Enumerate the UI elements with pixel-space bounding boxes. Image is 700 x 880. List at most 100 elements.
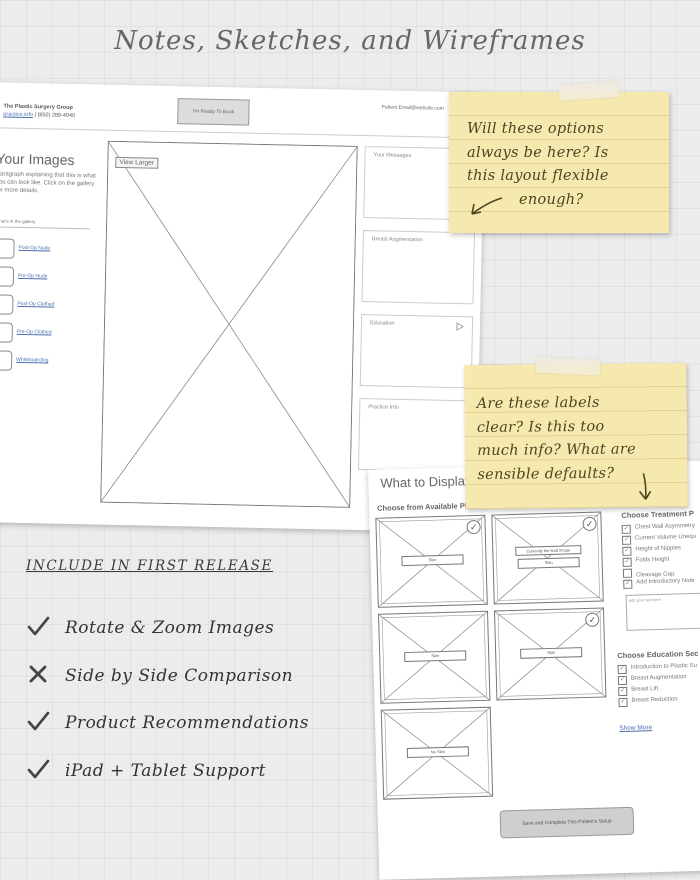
practice-phone: (850) 289-4040 bbox=[37, 112, 76, 119]
practice-header: The Plastic Surgery Group practice.info … bbox=[3, 102, 75, 119]
panel-title: Breast Augmentation bbox=[371, 236, 423, 244]
checkbox-checked[interactable]: ✓ bbox=[621, 524, 631, 534]
note-2-text: Are these labels clear? Is this too much… bbox=[477, 391, 688, 487]
checkbox-checked[interactable]: ✓ bbox=[618, 697, 628, 708]
gallery-thumb bbox=[0, 350, 13, 371]
release-item-label: iPad + Tablet Support bbox=[65, 761, 267, 781]
view-larger-button[interactable]: View Larger bbox=[115, 156, 159, 169]
gallery-thumb bbox=[0, 294, 14, 315]
note-line: this layout flexible bbox=[467, 168, 609, 184]
images-paragraph: Paragraph explaining that this is what y… bbox=[0, 171, 96, 195]
gallery-item[interactable]: Pre-Op Nude bbox=[0, 266, 96, 287]
wireframe-display-settings: What to Display Choose from Available Ph… bbox=[368, 459, 700, 880]
checkmark-icon bbox=[27, 759, 50, 779]
cross-icon bbox=[29, 665, 47, 683]
gallery-item-label[interactable]: Post-Op Nude bbox=[18, 245, 50, 252]
gallery-item[interactable]: Post-Op Clothed bbox=[0, 294, 96, 315]
treatment-option[interactable]: ✓ Folds Height bbox=[622, 556, 670, 567]
education-heading: Choose Education Sec bbox=[617, 648, 699, 661]
option-label: Cleavage Gap bbox=[635, 571, 675, 579]
practice-link[interactable]: practice.info bbox=[3, 111, 33, 118]
book-button[interactable]: I'm Ready To Book bbox=[177, 98, 250, 126]
wireframe-gallery-page: The Plastic Surgery Group practice.info … bbox=[0, 82, 485, 533]
note-line: always be here? Is bbox=[467, 144, 609, 161]
checkmark-icon bbox=[27, 616, 50, 636]
release-item-label: Side by Side Comparison bbox=[65, 666, 294, 686]
treatment-option[interactable]: Cleavage Gap bbox=[622, 567, 675, 579]
photo-thumb[interactable]: ✓ Skin bbox=[493, 607, 607, 701]
release-heading: INCLUDE IN FIRST RELEASE bbox=[26, 558, 273, 574]
education-option[interactable]: ✓ Introduction to Plastic Su bbox=[617, 662, 698, 675]
checkbox-checked[interactable]: ✓ bbox=[617, 675, 628, 686]
play-icon bbox=[456, 322, 464, 331]
tape bbox=[535, 356, 601, 376]
panel-title: Practice Info bbox=[368, 404, 399, 411]
option-label: Introduction to Plastic Su bbox=[630, 662, 698, 671]
photo-thumb[interactable]: Skin bbox=[378, 610, 491, 704]
image-placeholder[interactable] bbox=[100, 140, 358, 508]
panel-title: Education bbox=[369, 320, 395, 327]
photo-label: Skin bbox=[517, 557, 580, 569]
treatment-option[interactable]: ✓ Current Volume Unequ bbox=[621, 533, 697, 545]
education-option[interactable]: ✓ Breast Augmentation bbox=[617, 674, 687, 686]
photo-label: No Skin bbox=[406, 746, 470, 759]
option-label: Folds Height bbox=[635, 556, 670, 564]
gallery-item[interactable]: Whiteboarding bbox=[0, 350, 94, 371]
page-title: Notes, Sketches, and Wireframes bbox=[114, 26, 586, 56]
gallery-item[interactable]: Post-Op Nude bbox=[0, 238, 97, 259]
checkbox-checked[interactable]: ✓ bbox=[622, 557, 632, 567]
photo-thumb[interactable]: No Skin bbox=[380, 706, 494, 800]
treatment-heading: Choose Treatment P bbox=[621, 508, 694, 520]
arrow-icon bbox=[471, 197, 503, 215]
option-label: Current Volume Unequ bbox=[634, 533, 697, 542]
note-line: clear? Is this too bbox=[476, 418, 605, 436]
augmentation-panel[interactable]: Breast Augmentation bbox=[361, 230, 475, 305]
education-panel[interactable]: Education bbox=[359, 314, 474, 389]
show-more-link[interactable]: Show More bbox=[619, 724, 652, 732]
note-line: Will these options bbox=[467, 121, 604, 137]
display-heading: What to Display bbox=[380, 473, 472, 491]
gallery-thumb bbox=[0, 238, 15, 259]
option-label: Add Introductory Note bbox=[636, 577, 695, 586]
header-divider bbox=[0, 126, 484, 139]
education-option[interactable]: ✓ Breast Lift bbox=[618, 685, 659, 697]
patient-email: Patient Email@website.com bbox=[381, 104, 444, 112]
your-images-heading: Your Images bbox=[0, 150, 75, 168]
gallery-item-label[interactable]: Pre-Op Nude bbox=[18, 273, 48, 280]
checkbox-checked[interactable]: ✓ bbox=[622, 546, 632, 556]
checkbox-checked[interactable]: ✓ bbox=[618, 686, 628, 697]
note-line: Are these labels bbox=[476, 394, 600, 413]
gallery-item-label[interactable]: Whiteboarding bbox=[16, 357, 48, 364]
treatment-option[interactable]: ✓ Chest Wall Asymmetry bbox=[621, 523, 695, 534]
release-item-label: Rotate & Zoom Images bbox=[65, 618, 275, 638]
gallery-item[interactable]: Pre-Op Clothed bbox=[0, 322, 95, 343]
sticky-note-1: Will these options always be here? Is th… bbox=[449, 80, 669, 233]
option-label: Breast Lift bbox=[631, 685, 659, 693]
checkbox-checked[interactable]: ✓ bbox=[617, 664, 627, 675]
gallery-item-label[interactable]: Post-Op Clothed bbox=[17, 301, 54, 308]
photo-thumb[interactable]: ✓ Currently the lead image Skin bbox=[491, 511, 604, 605]
checkbox-unchecked[interactable] bbox=[622, 568, 633, 578]
education-option[interactable]: ✓ Breast Reduction bbox=[618, 696, 678, 708]
option-label: Breast Reduction bbox=[631, 696, 678, 704]
checkbox-checked[interactable]: ✓ bbox=[623, 579, 633, 589]
note-line: sensible defaults? bbox=[477, 465, 615, 483]
gallery-item-label[interactable]: Pre-Op Clothed bbox=[17, 329, 52, 336]
practice-info-panel[interactable]: Practice Info bbox=[357, 398, 472, 473]
treatment-option[interactable]: ✓ Add Introductory Note bbox=[623, 578, 695, 589]
treatment-option[interactable]: ✓ Height of Nipples bbox=[622, 545, 681, 556]
save-complete-button[interactable]: Save and Complete This Patient's Setup bbox=[499, 806, 635, 839]
note-line: much info? What are bbox=[477, 441, 637, 460]
gallery-label: What's in the gallery bbox=[0, 218, 91, 230]
gallery-thumb bbox=[0, 266, 15, 287]
checkbox-checked[interactable]: ✓ bbox=[621, 535, 632, 545]
checkmark-icon bbox=[27, 711, 50, 731]
sticky-note-2: Are these labels clear? Is this too much… bbox=[464, 356, 688, 510]
arrow-down-icon bbox=[638, 473, 652, 500]
practice-separator: | bbox=[34, 112, 37, 119]
panel-title: Your Messages bbox=[373, 152, 412, 160]
intro-note-textarea[interactable]: add your text here bbox=[625, 592, 700, 631]
photo-thumb[interactable]: ✓ Skin bbox=[375, 514, 488, 608]
practice-name: The Plastic Surgery Group bbox=[3, 103, 73, 111]
tape bbox=[558, 80, 620, 102]
